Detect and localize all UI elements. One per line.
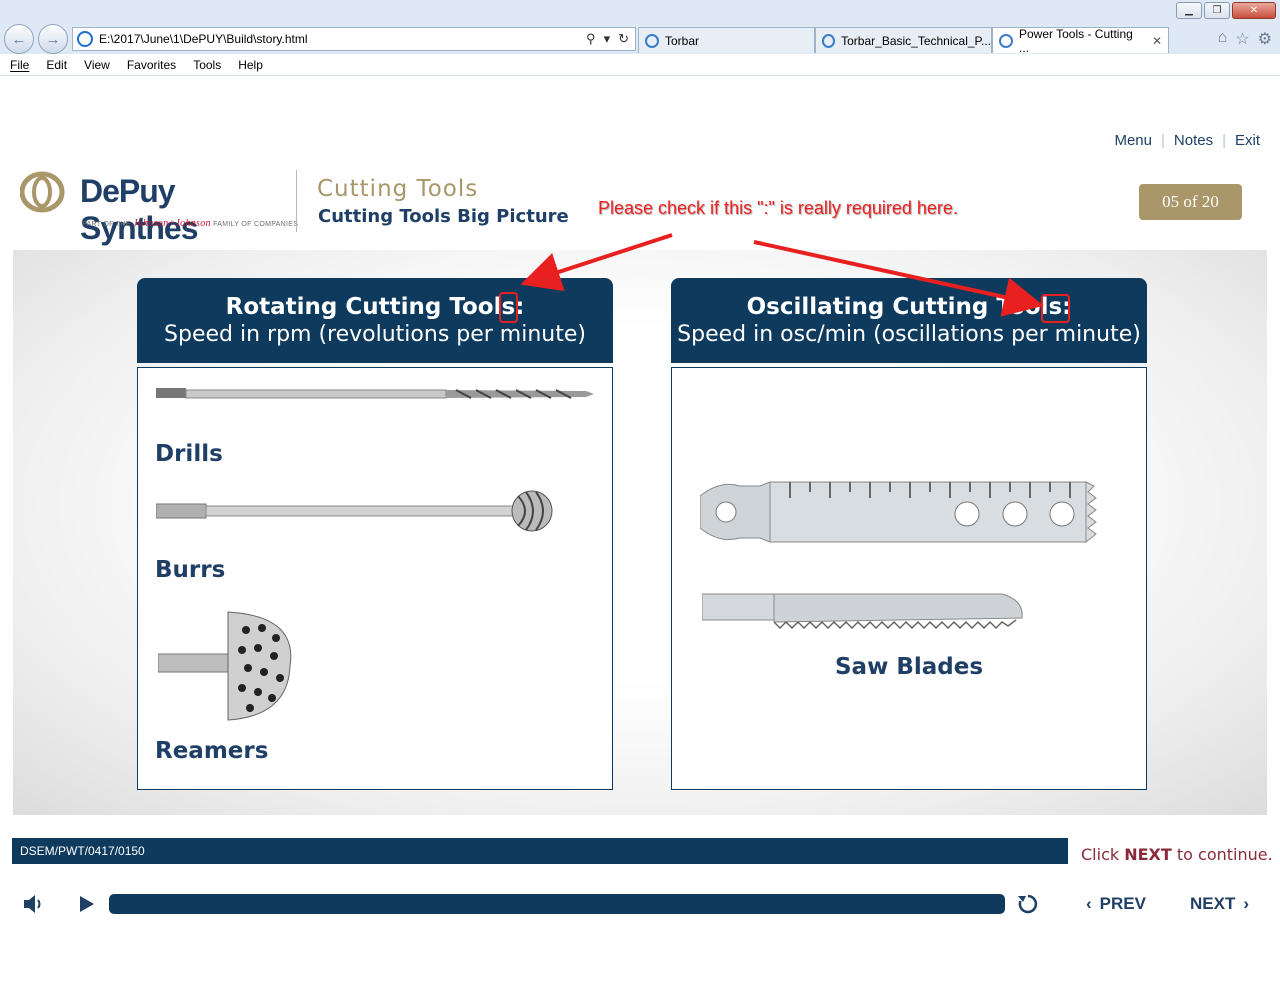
tab-torbar-basic[interactable]: Torbar_Basic_Technical_P... [815,27,992,53]
link-separator: | [1222,132,1226,149]
close-tab-icon[interactable]: ✕ [1152,34,1162,48]
rotating-panel-body: Drills Burrs Reamers [137,367,613,790]
play-icon[interactable] [78,895,96,913]
seek-bar[interactable] [109,894,1005,914]
link-separator: | [1160,132,1165,149]
menu-file[interactable]: File [10,58,29,72]
drills-label: Drills [155,441,223,467]
slide-counter: 05 of 20 [1139,184,1242,220]
logo-divider [296,170,297,232]
exit-link[interactable]: Exit [1235,132,1260,149]
saw-blades-label: Saw Blades [834,654,984,680]
tab-label: Torbar [665,33,700,48]
rotating-title: Rotating Cutting Tools: [225,294,525,320]
annotation-highlight-left [499,292,518,323]
tab-favicon-icon [822,33,836,48]
chevron-right-icon: › [1243,894,1250,913]
tab-label: Torbar_Basic_Technical_P... [841,33,991,48]
review-annotation-text: Please check if this ":" is really requi… [598,198,958,218]
footer-code-bar: DSEM/PWT/0417/0150 [12,838,1068,864]
tab-favicon-icon [999,33,1013,48]
browser-toolbar-icons: ⌂ ☆ ⚙ [1218,29,1272,49]
home-icon[interactable]: ⌂ [1218,29,1228,49]
close-window-button[interactable]: ✕ [1232,2,1276,19]
menu-view[interactable]: View [84,58,110,72]
menu-favorites[interactable]: Favorites [127,58,176,72]
continue-hint: Click NEXT to continue. [1081,845,1273,864]
menu-bar: File Edit View Favorites Tools Help [0,54,1280,76]
replay-icon[interactable] [1017,893,1039,915]
tab-torbar[interactable]: Torbar [638,27,815,53]
menu-tools[interactable]: Tools [193,58,221,72]
ie-icon [77,31,93,47]
depuy-synthes-logo: DePuy Synthes PART OF THE Johnson+Johnso… [20,171,298,246]
logo-tagline: PART OF THE Johnson+Johnson FAMILY OF CO… [82,218,299,229]
footer-code: DSEM/PWT/0417/0150 [20,844,145,858]
tab-power-tools[interactable]: Power Tools - Cutting ... ✕ [992,26,1169,55]
address-url[interactable]: E:\2017\June\1\DePUY\Build\story.html [99,32,586,46]
back-icon: ← [11,30,27,48]
burr-image [156,490,553,532]
annotation-highlight-right [1041,294,1070,323]
window-controls: ▁ ❐ ✕ [1176,2,1276,19]
tab-label: Power Tools - Cutting ... [1018,26,1133,55]
prev-label: PREV [1099,894,1146,913]
menu-link[interactable]: Menu [1114,132,1152,149]
notes-link[interactable]: Notes [1174,132,1213,149]
back-button[interactable]: ← [4,24,34,54]
menu-edit[interactable]: Edit [46,58,67,72]
forward-icon: → [45,30,61,48]
burrs-label: Burrs [155,557,226,583]
saw-blade-image [700,481,1097,544]
rotating-panel-header: Rotating Cutting Tools: Speed in rpm (re… [137,278,613,363]
minimize-button[interactable]: ▁ [1176,2,1202,19]
next-label: NEXT [1190,894,1236,913]
restore-button[interactable]: ❐ [1204,2,1230,19]
forward-button[interactable]: → [38,24,68,54]
oscillating-subtitle: Speed in osc/min (oscillations per minut… [677,322,1141,347]
browser-chrome: ▁ ❐ ✕ ← → E:\2017\June\1\DePUY\Build\sto… [0,0,1280,76]
chevron-left-icon: ‹ [1086,894,1092,913]
volume-icon[interactable] [22,893,46,915]
refresh-icon[interactable]: ↻ [618,31,629,47]
menu-help[interactable]: Help [238,58,263,72]
oscillating-panel-header: Oscillating Cutting Tools: Speed in osc/… [671,278,1147,363]
star-icon[interactable]: ☆ [1235,29,1249,49]
prev-button[interactable]: ‹ PREV [1086,894,1146,914]
gear-icon[interactable]: ⚙ [1258,29,1272,49]
tab-favicon-icon [645,33,659,48]
next-button[interactable]: NEXT › [1190,894,1249,914]
course-title: Cutting Tools [317,176,479,202]
reamers-label: Reamers [155,738,269,764]
search-icon[interactable]: ⚲ [586,31,596,47]
player-links: Menu | Notes | Exit [1114,132,1260,149]
saw-blade-image [702,593,1023,630]
logo-name: DePuy Synthes [80,173,198,246]
address-bar[interactable]: E:\2017\June\1\DePUY\Build\story.html ⚲ … [72,27,636,51]
dropdown-icon[interactable]: ▾ [604,31,611,47]
drill-image [156,388,594,399]
rotating-subtitle: Speed in rpm (revolutions per minute) [164,322,586,347]
reamer-image [158,611,292,721]
slide-title: Cutting Tools Big Picture [318,206,569,227]
oscillating-title: Oscillating Cutting Tools: [746,294,1072,320]
oscillating-panel-body: Saw Blades [671,367,1147,790]
logo-mark-icon [20,171,65,213]
